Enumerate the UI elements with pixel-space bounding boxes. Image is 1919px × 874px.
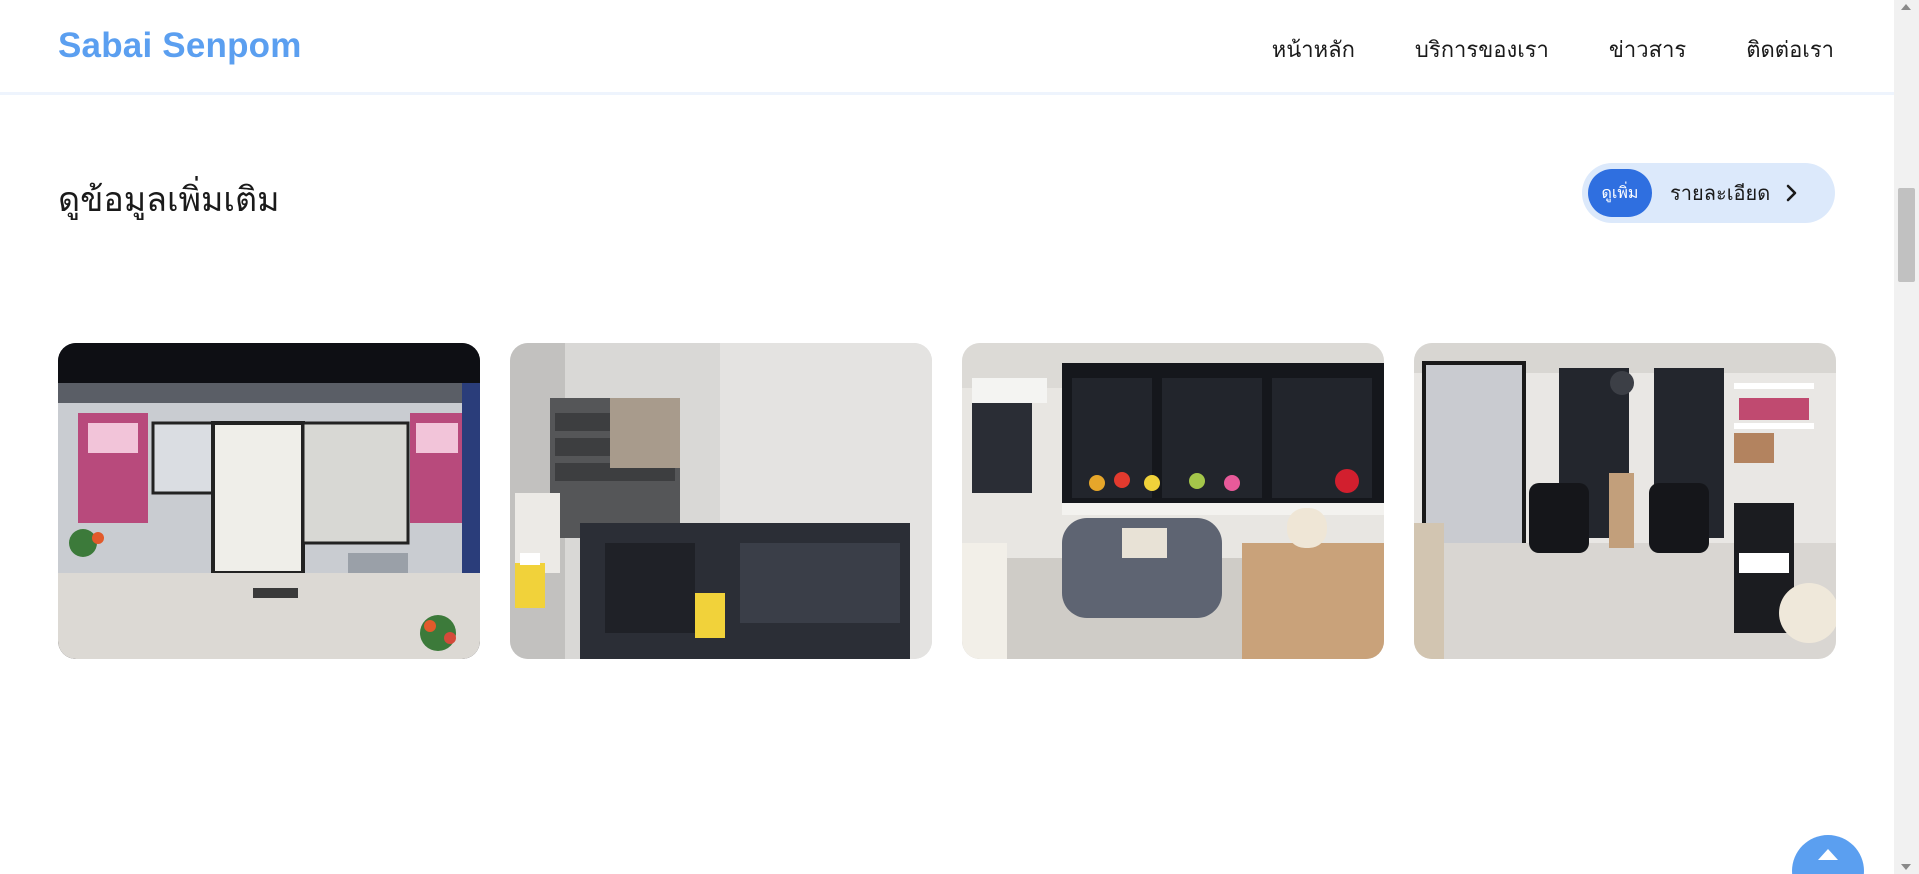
arrow-up-icon: [1818, 849, 1838, 860]
scroll-thumb[interactable]: [1898, 188, 1915, 282]
nav-contact[interactable]: ติดต่อเรา: [1746, 32, 1834, 67]
page-scrollbar[interactable]: [1894, 0, 1919, 874]
section-title: ดูข้อมูลเพิ่มเติม: [58, 180, 280, 220]
salon-storefront-photo[interactable]: [58, 343, 480, 659]
hair-wash-station-photo[interactable]: [510, 343, 932, 659]
nav-services[interactable]: บริการของเรา: [1415, 32, 1549, 67]
more-details-label: รายละเอียด: [1670, 181, 1771, 205]
nav-home[interactable]: หน้าหลัก: [1272, 32, 1355, 67]
back-to-top-button[interactable]: [1792, 835, 1864, 874]
scroll-down-arrow-icon[interactable]: [1901, 864, 1911, 870]
more-details-button[interactable]: ดูเพิ่ม รายละเอียด: [1582, 163, 1835, 223]
chevron-right-icon: [1786, 184, 1797, 202]
nav-news[interactable]: ข่าวสาร: [1609, 32, 1686, 67]
more-pill-label: ดูเพิ่ม: [1588, 169, 1652, 217]
photo-gallery: [58, 343, 1836, 659]
waiting-lounge-photo[interactable]: [962, 343, 1384, 659]
brand-logo[interactable]: Sabai Senpom: [58, 26, 302, 66]
scroll-up-arrow-icon[interactable]: [1901, 4, 1911, 10]
styling-chairs-photo[interactable]: [1414, 343, 1836, 659]
site-header: Sabai Senpom หน้าหลัก บริการของเรา ข่าวส…: [0, 0, 1894, 95]
main-nav: หน้าหลัก บริการของเรา ข่าวสาร ติดต่อเรา: [1272, 32, 1834, 67]
